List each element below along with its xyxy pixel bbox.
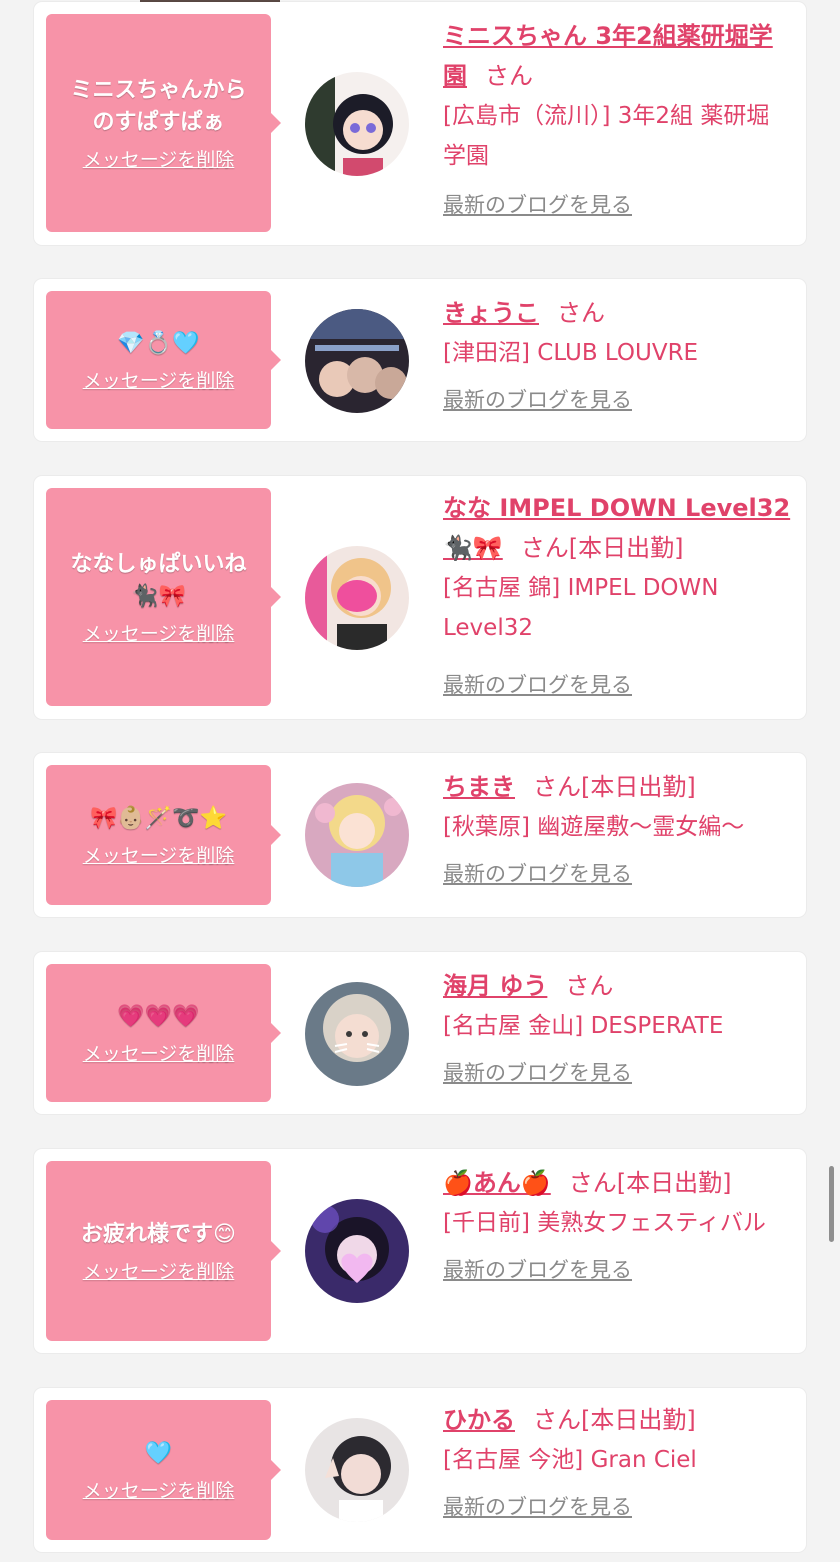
delete-message-button[interactable]: メッセージを削除 — [83, 1257, 235, 1284]
message-bubble: お疲れ様です😊 メッセージを削除 — [46, 1161, 281, 1341]
avatar[interactable] — [305, 1199, 409, 1303]
avatar-image — [305, 783, 409, 887]
message-bubble: ななしゅぱいいね 🐈‍⬛🎀 メッセージを削除 — [46, 488, 281, 706]
message-bubble: 💎💍🩵 メッセージを削除 — [46, 291, 281, 429]
message-text: 🎀👶🏼🪄➰⭐️ — [90, 805, 227, 831]
message-card: 💎💍🩵 メッセージを削除 きょうこ さん [津田沼] CLUB LOUVRE 最新… — [34, 279, 806, 441]
profile-info: ちまき さん[本日出勤] [秋葉原] 幽遊屋敷～霊女編～ 最新のブログを見る — [443, 767, 792, 889]
latest-blog-link[interactable]: 最新のブログを見る — [443, 1492, 632, 1522]
profile-name-link[interactable]: きょうこ — [443, 299, 539, 327]
profile-info: 🍎あん🍎 さん[本日出勤] [千日前] 美熟女フェスティバル 最新のブログを見る — [443, 1163, 792, 1285]
avatar[interactable] — [305, 546, 409, 650]
avatar-image — [305, 72, 409, 176]
profile-info: ミニスちゃん 3年2組薬研堀学園 さん [広島市（流川）] 3年2組 薬研堀学園 … — [443, 16, 792, 220]
avatar-image — [305, 1199, 409, 1303]
honorific: さん — [520, 534, 569, 562]
message-text: 💎💍🩵 — [117, 330, 200, 356]
latest-blog-link[interactable]: 最新のブログを見る — [443, 385, 632, 415]
delete-message-button[interactable]: メッセージを削除 — [83, 619, 235, 646]
honorific: さん — [565, 972, 614, 1000]
avatar[interactable] — [305, 309, 409, 413]
shop-info: [名古屋 錦] IMPEL DOWN Level32 — [443, 575, 719, 641]
latest-blog-link[interactable]: 最新のブログを見る — [443, 1255, 632, 1285]
avatar[interactable] — [305, 72, 409, 176]
profile-name-link[interactable]: ひかる — [443, 1406, 515, 1434]
delete-message-button[interactable]: メッセージを削除 — [83, 145, 235, 172]
message-text: お疲れ様です😊 — [81, 1221, 236, 1247]
shop-info: [名古屋 今池] Gran Ciel — [443, 1447, 697, 1473]
message-text: ななしゅぱいいね 🐈‍⬛🎀 — [70, 551, 247, 609]
on-duty-today-label: [本日出勤] — [616, 1169, 732, 1197]
profile-name-link[interactable]: ちまき — [443, 773, 515, 801]
message-card: 🎀👶🏼🪄➰⭐️ メッセージを削除 ちまき さん[本日出勤] [秋葉原] 幽遊屋敷～… — [34, 753, 806, 917]
honorific: さん — [485, 62, 533, 90]
latest-blog-link[interactable]: 最新のブログを見る — [443, 1058, 632, 1088]
avatar-image — [305, 1418, 409, 1522]
profile-info: 海月 ゆう さん [名古屋 金山] DESPERATE 最新のブログを見る — [443, 966, 792, 1088]
message-bubble: ミニスちゃんから のすぱすぱぁ メッセージを削除 — [46, 14, 281, 232]
message-text: 💗💗💗 — [117, 1003, 200, 1029]
shop-info: [千日前] 美熟女フェスティバル — [443, 1210, 766, 1236]
delete-message-button[interactable]: メッセージを削除 — [83, 1476, 235, 1503]
scrollbar[interactable] — [829, 1166, 834, 1242]
delete-message-button[interactable]: メッセージを削除 — [83, 841, 235, 868]
honorific: さん — [557, 299, 605, 327]
honorific: さん — [533, 1406, 581, 1434]
profile-info: きょうこ さん [津田沼] CLUB LOUVRE 最新のブログを見る — [443, 293, 792, 415]
avatar-image — [305, 546, 409, 650]
honorific: さん — [533, 773, 581, 801]
shop-info: [広島市（流川）] 3年2組 薬研堀学園 — [443, 103, 770, 169]
delete-message-button[interactable]: メッセージを削除 — [83, 1039, 235, 1066]
shop-info: [秋葉原] 幽遊屋敷～霊女編～ — [443, 814, 745, 840]
avatar[interactable] — [305, 1418, 409, 1522]
avatar[interactable] — [305, 783, 409, 887]
latest-blog-link[interactable]: 最新のブログを見る — [443, 859, 632, 889]
message-bubble: 🩵 メッセージを削除 — [46, 1400, 281, 1540]
on-duty-today-label: [本日出勤] — [581, 1406, 696, 1434]
avatar-image — [305, 982, 409, 1086]
message-card: ミニスちゃんから のすぱすぱぁ メッセージを削除 ミニスちゃん 3年2組薬研堀学… — [34, 2, 806, 245]
message-card: 💗💗💗 メッセージを削除 海月 ゆう さん [名古屋 金山] DESPERATE … — [34, 952, 806, 1114]
message-card: 🩵 メッセージを削除 ひかる さん[本日出勤] [名古屋 今池] Gran Cie… — [34, 1388, 806, 1552]
profile-info: ひかる さん[本日出勤] [名古屋 今池] Gran Ciel 最新のブログを見る — [443, 1400, 792, 1522]
message-bubble: 🎀👶🏼🪄➰⭐️ メッセージを削除 — [46, 765, 281, 905]
honorific: さん — [568, 1169, 617, 1197]
latest-blog-link[interactable]: 最新のブログを見る — [443, 190, 632, 220]
on-duty-today-label: [本日出勤] — [568, 534, 684, 562]
message-text: ミニスちゃんから のすぱすぱぁ — [70, 77, 247, 135]
profile-name-link[interactable]: 🍎あん🍎 — [443, 1169, 551, 1197]
profile-info: なな IMPEL DOWN Level32 🐈‍⬛🎀 さん[本日出勤] [名古屋 … — [443, 488, 792, 700]
profile-name-link[interactable]: 海月 ゆう — [443, 972, 547, 1000]
message-bubble: 💗💗💗 メッセージを削除 — [46, 964, 281, 1102]
message-text: 🩵 — [144, 1440, 173, 1466]
avatar[interactable] — [305, 982, 409, 1086]
latest-blog-link[interactable]: 最新のブログを見る — [443, 670, 632, 700]
delete-message-button[interactable]: メッセージを削除 — [83, 366, 235, 393]
avatar-image — [305, 309, 409, 413]
message-card: お疲れ様です😊 メッセージを削除 🍎あん🍎 さん[本日出勤] [千日前] 美熟女フ… — [34, 1149, 806, 1353]
shop-info: [名古屋 金山] DESPERATE — [443, 1013, 724, 1039]
on-duty-today-label: [本日出勤] — [581, 773, 696, 801]
message-card: ななしゅぱいいね 🐈‍⬛🎀 メッセージを削除 なな IMPEL DOWN Lev… — [34, 476, 806, 719]
shop-info: [津田沼] CLUB LOUVRE — [443, 340, 699, 366]
